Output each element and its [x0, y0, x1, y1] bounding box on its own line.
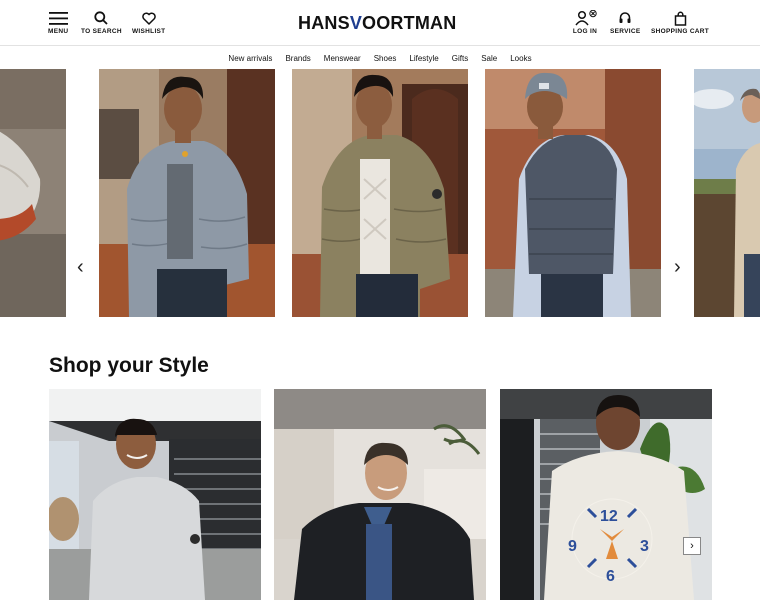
nav-item-brands[interactable]: Brands — [285, 54, 310, 63]
login-label: LOG IN — [572, 28, 598, 35]
carousel-slide-khaki-puffer[interactable] — [292, 69, 468, 317]
logo-text-end: OORTMAN — [362, 13, 457, 33]
wishlist-button[interactable]: WISHLIST — [132, 10, 165, 35]
style-card-jacket[interactable] — [274, 389, 486, 600]
carousel-slide-grey-puffer[interactable] — [99, 69, 275, 317]
shopping-cart-button[interactable]: SHOPPING CART — [651, 10, 709, 35]
site-header: MENU TO SEARCH WISHLIST HANSVOORTMAN LOG… — [0, 0, 760, 46]
carousel-slide-outdoor[interactable] — [694, 69, 760, 317]
section-title-shop-your-style: Shop your Style — [49, 354, 209, 377]
service-button[interactable]: SERVICE — [610, 10, 641, 35]
nav-item-shoes[interactable]: Shoes — [374, 54, 397, 63]
svg-text:6: 6 — [606, 568, 615, 585]
nav-item-lifestyle[interactable]: Lifestyle — [409, 54, 438, 63]
search-icon — [94, 10, 109, 26]
main-nav: New arrivals Brands Menswear Shoes Lifes… — [0, 47, 760, 69]
hero-carousel: ‹ › — [0, 69, 760, 317]
carousel-next-arrow[interactable]: › — [674, 257, 681, 277]
style-card-sweater[interactable] — [49, 389, 261, 600]
svg-text:3: 3 — [640, 538, 649, 555]
carousel-slide-sneaker[interactable] — [0, 69, 66, 317]
carousel-prev-arrow[interactable]: ‹ — [77, 257, 84, 277]
style-card-clock-tee[interactable]: 12 3 6 9 — [500, 389, 712, 600]
carousel-slide-vest[interactable] — [485, 69, 661, 317]
nav-item-looks[interactable]: Looks — [510, 54, 531, 63]
menu-label: MENU — [48, 28, 69, 35]
service-label: SERVICE — [610, 28, 641, 35]
heart-icon — [141, 10, 156, 26]
cart-label: SHOPPING CART — [651, 28, 710, 35]
svg-text:12: 12 — [600, 508, 618, 525]
logo-text-start: HANS — [298, 13, 350, 33]
login-button[interactable]: LOG IN — [572, 10, 598, 35]
user-icon — [572, 10, 598, 26]
svg-text:9: 9 — [568, 538, 577, 555]
wishlist-label: WISHLIST — [132, 28, 166, 35]
shopping-bag-icon — [674, 10, 687, 26]
headset-icon — [618, 10, 632, 26]
logo-text-v: V — [349, 13, 363, 33]
hamburger-icon — [48, 10, 68, 26]
nav-item-menswear[interactable]: Menswear — [324, 54, 361, 63]
style-carousel-next-button[interactable]: › — [683, 537, 701, 555]
brand-logo[interactable]: HANSVOORTMAN — [298, 13, 456, 34]
nav-item-sale[interactable]: Sale — [481, 54, 497, 63]
nav-item-new-arrivals[interactable]: New arrivals — [228, 54, 272, 63]
nav-item-gifts[interactable]: Gifts — [452, 54, 468, 63]
menu-button[interactable]: MENU — [48, 10, 68, 35]
search-label: TO SEARCH — [81, 28, 122, 35]
search-button[interactable]: TO SEARCH — [81, 10, 122, 35]
